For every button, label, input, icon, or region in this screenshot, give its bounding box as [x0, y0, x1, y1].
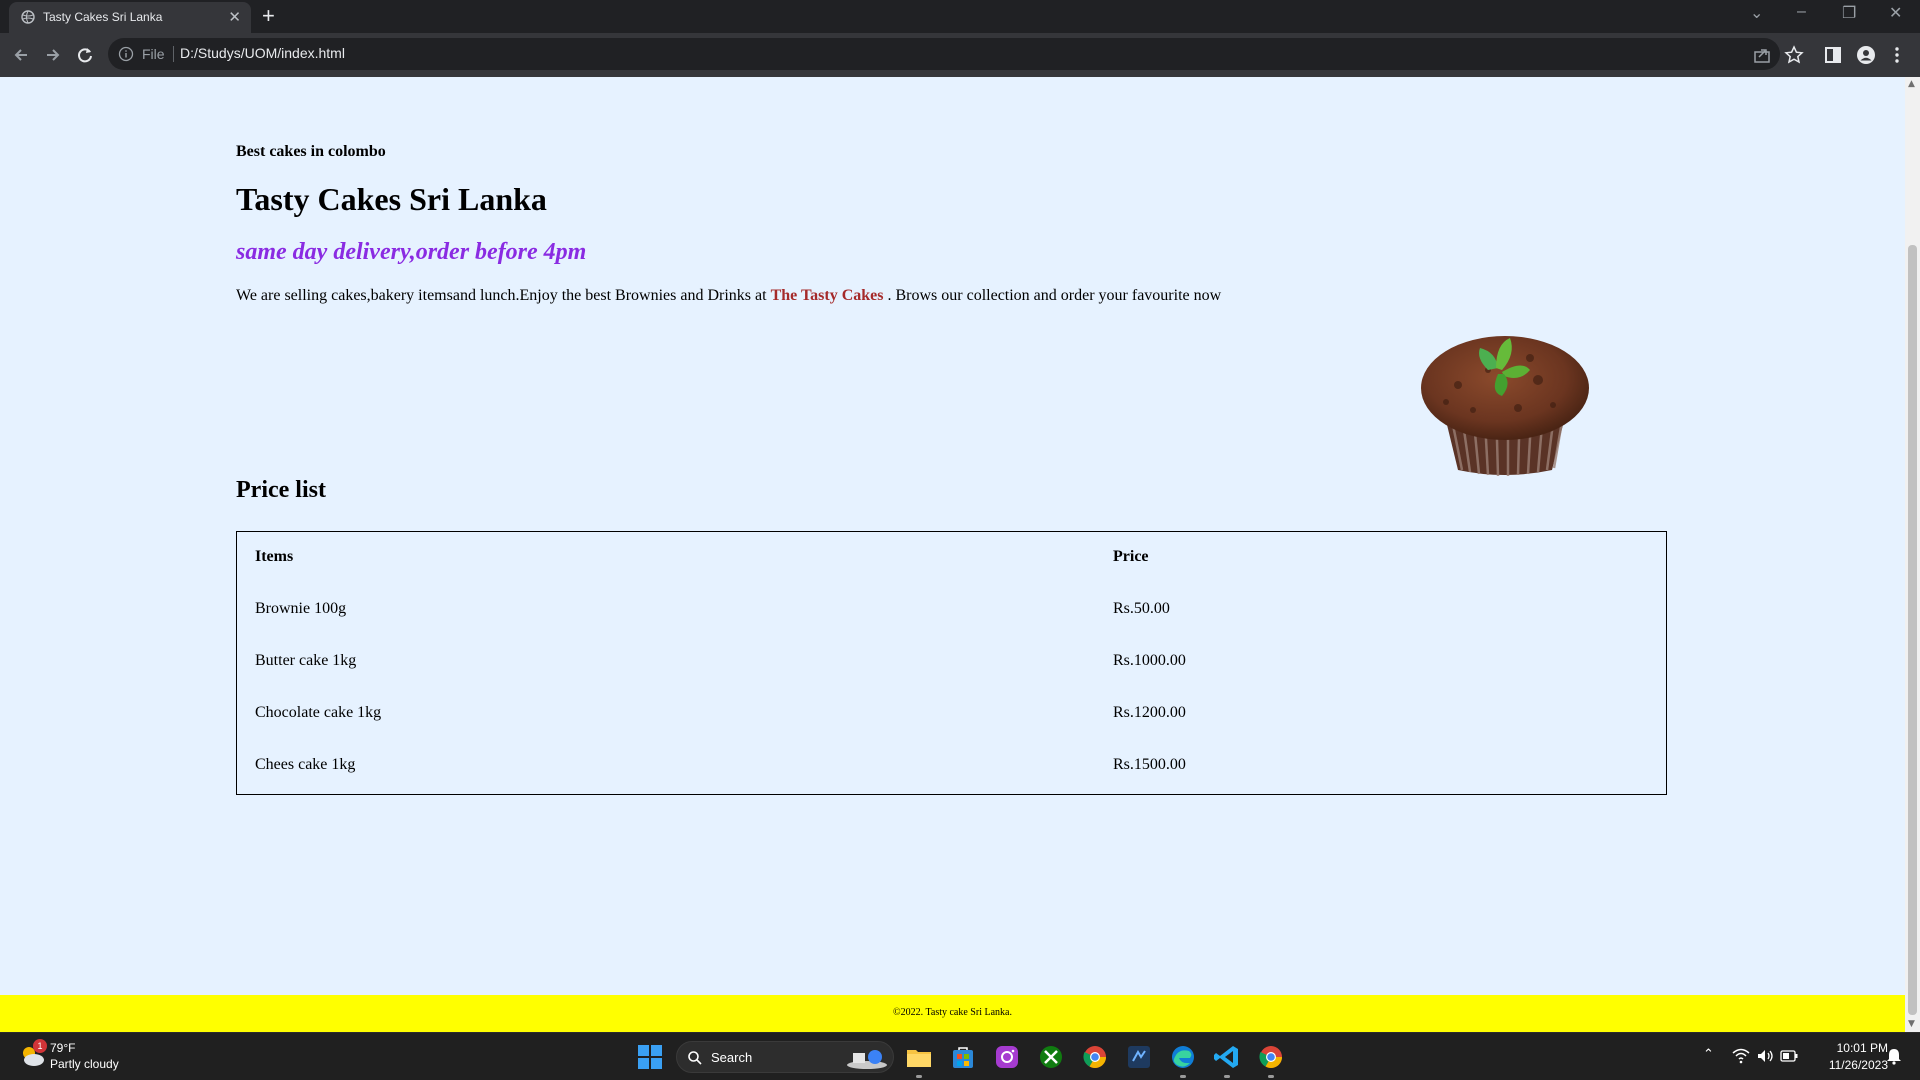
side-panel-icon[interactable] — [1822, 44, 1844, 66]
chocolate-muffin-image — [1421, 336, 1589, 477]
item-price: Rs.50.00 — [1113, 600, 1170, 617]
restore-button[interactable]: ❐ — [1842, 3, 1856, 23]
search-label: Search — [711, 1050, 753, 1065]
item-name: Brownie 100g — [255, 600, 347, 617]
url-scheme-label: File — [142, 46, 165, 62]
running-indicator — [1268, 1075, 1274, 1078]
chrome-icon[interactable] — [1256, 1042, 1286, 1078]
page-viewport: Best cakes in colombo Tasty Cakes Sri La… — [0, 77, 1905, 1032]
edge-icon[interactable] — [1168, 1042, 1198, 1078]
xbox-icon[interactable] — [1036, 1042, 1066, 1072]
forward-arrow-icon[interactable] — [42, 44, 64, 66]
table-header-row: Items Price — [237, 532, 1666, 584]
price-table: Items Price Brownie 100g Rs.50.00 Butter… — [236, 531, 1667, 795]
microsoft-store-icon[interactable] — [948, 1042, 978, 1072]
kebab-menu-icon[interactable] — [1886, 44, 1908, 66]
address-bar[interactable]: File D:/Studys/UOM/index.html — [108, 38, 1780, 70]
clock-date[interactable]: 11/26/2023 — [1812, 1058, 1888, 1072]
browser-tab[interactable]: Tasty Cakes Sri Lanka ✕ — [9, 2, 251, 33]
running-indicator — [916, 1075, 922, 1078]
tab-search-icon[interactable]: ⌄ — [1750, 3, 1763, 23]
globe-icon — [21, 10, 35, 24]
item-name: Chees cake 1kg — [255, 756, 356, 773]
page-subtitle: Best cakes in colombo — [236, 143, 386, 160]
footer-copyright: ©2022. Tasty cake Sri Lanka. — [893, 1007, 1012, 1018]
clock-time[interactable]: 10:01 PM — [1818, 1041, 1888, 1055]
notification-bell-icon[interactable] — [1886, 1047, 1902, 1065]
windows-start-icon[interactable] — [638, 1045, 662, 1069]
scrollbar-thumb[interactable] — [1908, 245, 1917, 1015]
page-footer: ©2022. Tasty cake Sri Lanka. — [0, 995, 1905, 1032]
windows-taskbar: 1 79°F Partly cloudy Search ⌃ 10:01 PM 1… — [0, 1032, 1920, 1080]
ide-icon[interactable] — [1124, 1042, 1154, 1072]
browser-toolbar: File D:/Studys/UOM/index.html — [0, 33, 1920, 77]
table-row: Butter cake 1kg Rs.1000.00 — [237, 636, 1666, 688]
new-tab-button[interactable]: + — [262, 3, 275, 29]
vertical-scrollbar[interactable]: ▲ ▼ — [1905, 77, 1920, 1032]
page-title: Tasty Cakes Sri Lanka — [236, 181, 547, 217]
reload-icon[interactable] — [74, 44, 96, 66]
file-explorer-icon[interactable] — [904, 1042, 934, 1078]
intro-paragraph: We are selling cakes,bakery itemsand lun… — [236, 287, 1221, 305]
back-arrow-icon[interactable] — [10, 44, 32, 66]
column-header: Items — [255, 548, 294, 565]
weather-description[interactable]: Partly cloudy — [50, 1057, 119, 1071]
taskbar-search[interactable]: Search — [676, 1041, 894, 1073]
table-row: Chees cake 1kg Rs.1500.00 — [237, 740, 1666, 792]
search-icon — [688, 1051, 702, 1065]
battery-icon[interactable] — [1780, 1049, 1798, 1063]
price-list-heading: Price list — [236, 477, 326, 503]
item-price: Rs.1000.00 — [1113, 652, 1186, 669]
scroll-up-arrow-icon[interactable]: ▲ — [1908, 79, 1915, 89]
volume-icon[interactable] — [1756, 1048, 1774, 1064]
chevron-up-icon[interactable]: ⌃ — [1703, 1047, 1714, 1062]
chrome-icon[interactable] — [1080, 1042, 1110, 1072]
instagram-icon[interactable] — [992, 1042, 1022, 1072]
running-indicator — [1180, 1075, 1186, 1078]
divider — [173, 46, 174, 62]
browser-tab-strip: Tasty Cakes Sri Lanka ✕ + ⌄ – ❐ ✕ — [0, 0, 1920, 33]
scroll-down-arrow-icon[interactable]: ▼ — [1908, 1019, 1915, 1029]
weather-alert-badge: 1 — [33, 1039, 47, 1053]
intro-text-end: . Brows our collection and order your fa… — [883, 287, 1222, 304]
profile-icon[interactable] — [1855, 44, 1877, 66]
item-price: Rs.1200.00 — [1113, 704, 1186, 721]
wifi-icon[interactable] — [1732, 1048, 1750, 1064]
info-icon[interactable] — [118, 46, 134, 62]
brand-name: The Tasty Cakes — [770, 287, 884, 304]
weather-temperature[interactable]: 79°F — [50, 1041, 75, 1055]
table-row: Chocolate cake 1kg Rs.1200.00 — [237, 688, 1666, 740]
minimize-button[interactable]: – — [1797, 3, 1806, 21]
column-header: Price — [1113, 548, 1149, 565]
bookmark-star-icon[interactable] — [1783, 44, 1805, 66]
vscode-icon[interactable] — [1212, 1042, 1242, 1078]
search-highlight-icon — [847, 1050, 887, 1069]
intro-text: We are selling cakes,bakery itemsand lun… — [236, 287, 771, 304]
delivery-tagline: same day delivery,order before 4pm — [236, 239, 587, 265]
item-name: Butter cake 1kg — [255, 652, 357, 669]
tab-title: Tasty Cakes Sri Lanka — [43, 10, 163, 24]
item-price: Rs.1500.00 — [1113, 756, 1186, 773]
tab-close-icon[interactable]: ✕ — [228, 8, 241, 26]
share-icon[interactable] — [1751, 44, 1773, 66]
item-name: Chocolate cake 1kg — [255, 704, 382, 721]
close-window-button[interactable]: ✕ — [1889, 3, 1902, 23]
running-indicator — [1224, 1075, 1230, 1078]
url-text[interactable]: D:/Studys/UOM/index.html — [180, 45, 345, 61]
table-row: Brownie 100g Rs.50.00 — [237, 584, 1666, 636]
